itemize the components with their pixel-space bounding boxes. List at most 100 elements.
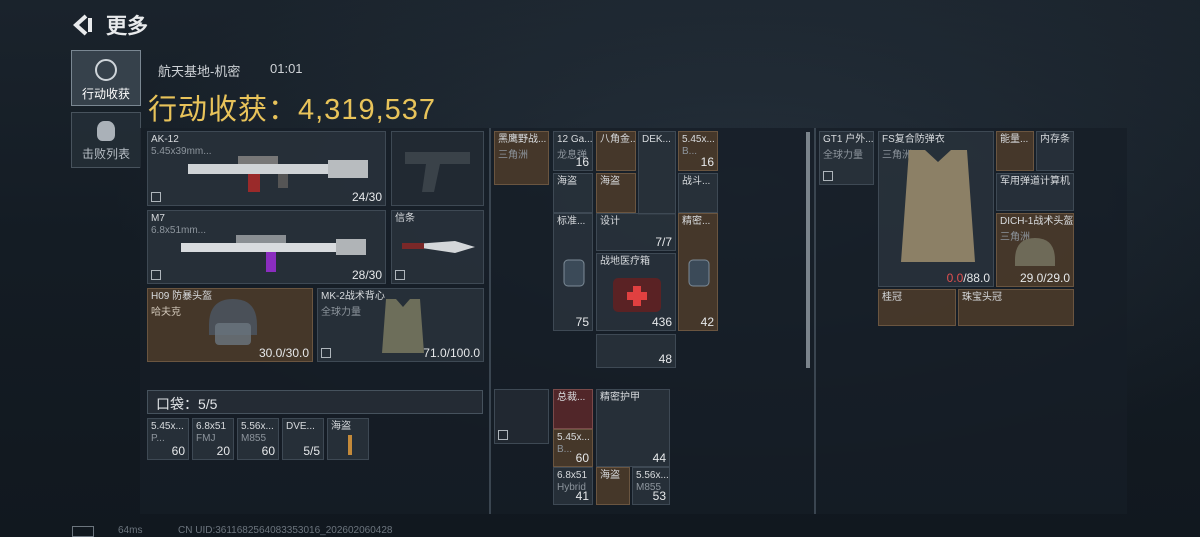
weapon-name: AK-12 xyxy=(151,134,179,145)
item-name: DICH-1战术头盔 xyxy=(1000,216,1074,227)
vest-name: MK-2战术背心 xyxy=(321,291,385,302)
gear-item[interactable]: 珠宝头冠 xyxy=(958,289,1074,326)
item-count: 60 xyxy=(261,444,275,458)
item-count: 436 xyxy=(651,315,672,329)
backpack-item[interactable]: 48 xyxy=(596,334,676,368)
item-sub: 三角洲 xyxy=(498,150,528,161)
tactical-helmet-slot[interactable]: DICH-1战术头盔 三角洲 29.0/29.0 xyxy=(996,213,1074,287)
weapon-slot-secondary[interactable]: M7 6.8x51mm... 28/30 xyxy=(147,210,386,284)
item-name: 战地医疗箱 xyxy=(600,256,650,267)
backpack-item[interactable]: 黑鹰野战... 三角洲 xyxy=(494,131,549,185)
backpack-item[interactable]: 战斗... xyxy=(678,173,718,213)
ping: 64ms xyxy=(118,525,143,536)
item-name: 海盗 xyxy=(600,176,620,187)
backpack-item[interactable]: 5.45x... B... 16 xyxy=(678,131,718,171)
gear-item[interactable]: 军用弹道计算机 xyxy=(996,173,1074,211)
chest-item[interactable]: 5.45x... B... 60 xyxy=(553,429,593,467)
item-name: 5.56x... xyxy=(636,470,669,481)
chest-item[interactable]: 6.8x51 Hybrid 41 xyxy=(553,467,593,505)
item-sub: 全球力量 xyxy=(823,150,863,161)
tab-kill-list[interactable]: 击败列表 xyxy=(71,112,141,168)
item-name: 5.45x... xyxy=(151,421,184,432)
pocket-item[interactable]: DVE... 5/5 xyxy=(282,418,324,460)
item-count: 5/5 xyxy=(303,444,320,458)
vest-brand: 全球力量 xyxy=(321,307,361,318)
chest-item[interactable]: 总裁... xyxy=(553,389,593,429)
item-name: 海盗 xyxy=(557,176,577,187)
rifle-icon xyxy=(188,156,368,192)
helmet-brand: 哈夫克 xyxy=(151,307,181,318)
item-name: 海盗 xyxy=(600,470,620,481)
backpack-item[interactable]: 设计 7/7 xyxy=(596,213,676,251)
medkit-icon xyxy=(613,278,661,312)
item-name: 6.8x51 xyxy=(196,421,227,432)
item-sub: B... xyxy=(682,146,698,157)
weapon-name: M7 xyxy=(151,213,165,224)
item-count: 16 xyxy=(700,155,714,169)
body-armor-slot[interactable]: FS复合防弹衣 三角洲 0.0/88.0 xyxy=(878,131,994,287)
item-sub: B... xyxy=(557,444,573,455)
item-sub: P... xyxy=(151,433,165,444)
gear-item[interactable]: 内存条 xyxy=(1036,131,1074,171)
gear-item[interactable]: GT1 户外... 全球力量 xyxy=(819,131,874,185)
durability: 30.0/30.0 xyxy=(258,346,309,360)
backpack-item[interactable]: 精密... 42 xyxy=(678,213,718,331)
item-name: 标准... xyxy=(557,216,586,227)
tab-label: 击败列表 xyxy=(81,147,130,161)
backpack-item[interactable]: 八角金... xyxy=(596,131,636,171)
helmet-slot[interactable]: H09 防暴头盔 哈夫克 30.0/30.0 xyxy=(147,288,313,362)
item-name: 八角金... xyxy=(600,134,636,145)
pocket-item[interactable]: 5.56x... M855 60 xyxy=(237,418,279,460)
item-name: 海盗 xyxy=(331,421,351,432)
backpack-item[interactable]: DEK... xyxy=(638,131,676,215)
pocket-item[interactable]: 海盗 xyxy=(327,418,369,460)
chest-rig-slot[interactable] xyxy=(494,389,549,444)
vest-icon xyxy=(382,299,424,353)
item-sub: M855 xyxy=(241,433,267,444)
melee-slot[interactable]: 信条 xyxy=(391,210,484,284)
item-name: 精密护甲 xyxy=(600,392,640,403)
chest-item[interactable]: 精密护甲 44 xyxy=(596,389,670,467)
item-count: 48 xyxy=(658,352,672,366)
weapon-slot-primary[interactable]: AK-12 5.45x39mm... 24/30 xyxy=(147,131,386,206)
armor-plate-icon xyxy=(688,259,710,287)
item-count: 53 xyxy=(652,489,666,503)
scrollbar[interactable] xyxy=(806,132,810,368)
bind-icon xyxy=(823,171,833,181)
match-time: 01:01 xyxy=(270,61,303,76)
item-count: 16 xyxy=(575,155,589,169)
divider xyxy=(814,128,816,514)
body-armor-icon xyxy=(901,150,975,262)
divider xyxy=(489,128,491,514)
pocket-item[interactable]: 6.8x51 FMJ 20 xyxy=(192,418,234,460)
page-title: 更多 xyxy=(106,15,148,38)
pocket-item[interactable]: 5.45x... P... 60 xyxy=(147,418,189,460)
chest-item[interactable]: 5.56x... M855 53 xyxy=(632,467,670,505)
item-name: FS复合防弹衣 xyxy=(882,134,945,145)
item-count: 75 xyxy=(575,315,589,329)
item-name: 能量... xyxy=(1000,134,1029,145)
skull-icon xyxy=(97,121,115,141)
item-count: 20 xyxy=(216,444,230,458)
vest-slot[interactable]: MK-2战术背心 全球力量 71.0/100.0 xyxy=(317,288,484,362)
item-name: 军用弹道计算机 xyxy=(1000,176,1070,187)
gear-item[interactable]: 能量... xyxy=(996,131,1034,171)
item-name: 内存条 xyxy=(1040,134,1070,145)
armor-plate-icon xyxy=(563,259,585,287)
backpack-item[interactable]: 标准... 75 xyxy=(553,213,593,331)
bind-icon xyxy=(151,192,161,202)
backpack-item[interactable]: 海盗 xyxy=(553,173,593,213)
backpack-item[interactable]: 战地医疗箱 436 xyxy=(596,253,676,331)
backpack-item[interactable]: 海盗 xyxy=(596,173,636,213)
gear-item[interactable]: 桂冠 xyxy=(878,289,956,326)
item-name: 设计 xyxy=(600,216,620,227)
map-name: 航天基地-机密 xyxy=(158,64,241,79)
backpack-item[interactable]: 12 Ga... 龙息弹 16 xyxy=(553,131,593,171)
back-arrow-icon[interactable] xyxy=(70,12,96,38)
tab-loot[interactable]: 行动收获 xyxy=(71,50,141,106)
knife-icon xyxy=(402,241,475,253)
weapon-slot-pistol[interactable] xyxy=(391,131,484,206)
bind-icon xyxy=(498,430,508,440)
rifle-icon xyxy=(181,235,366,272)
chest-item[interactable]: 海盗 xyxy=(596,467,630,505)
